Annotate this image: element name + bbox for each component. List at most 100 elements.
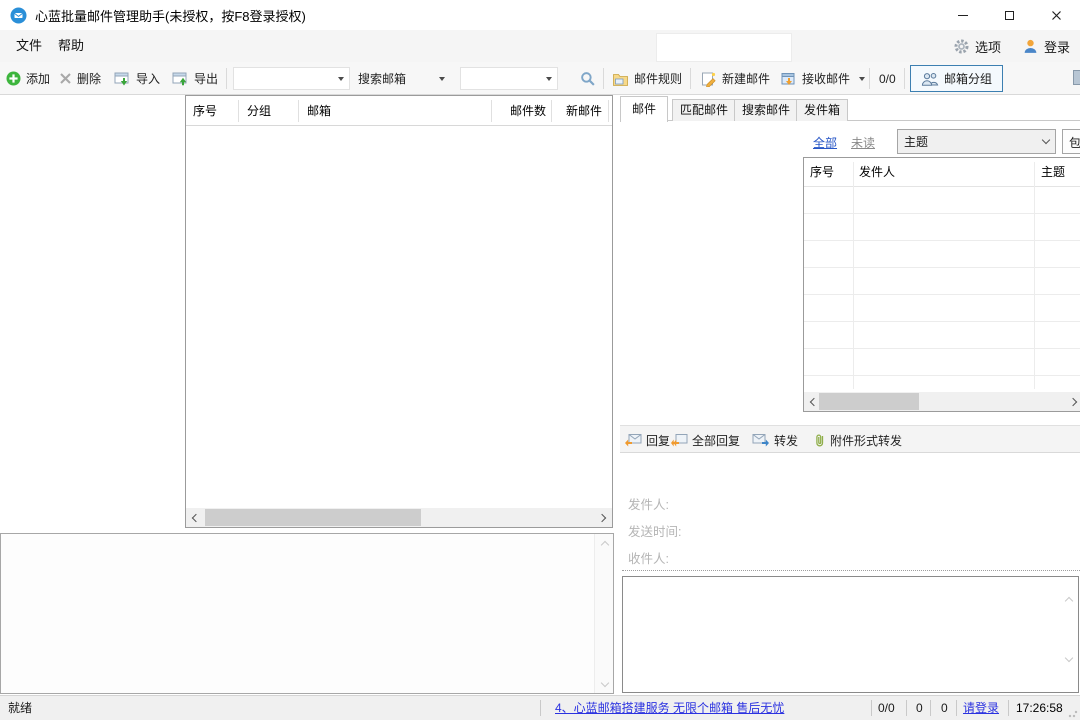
contains-button[interactable]: 包 (1062, 129, 1080, 154)
title-bar: 心蓝批量邮件管理助手(未授权，按F8登录授权) (0, 0, 1080, 30)
scroll-down-button[interactable] (595, 675, 614, 693)
window-controls (939, 0, 1080, 30)
reply-all-button[interactable]: 全部回复 (670, 428, 740, 452)
log-panel-vscrollbar[interactable] (594, 534, 613, 693)
mailbox-table-hscrollbar[interactable] (186, 508, 612, 527)
app-window: 心蓝批量邮件管理助手(未授权，按F8登录授权) 文件 帮助 选项 (0, 0, 1080, 720)
column-separator[interactable] (608, 100, 609, 122)
delete-button[interactable]: 删除 (56, 65, 104, 92)
search-button[interactable] (577, 65, 599, 92)
mailbox-group-button[interactable]: 邮箱分组 (910, 65, 1003, 92)
close-icon (1051, 10, 1062, 21)
menu-file[interactable]: 文件 (6, 30, 52, 62)
add-button[interactable]: 添加 (3, 65, 53, 92)
scroll-left-button[interactable] (186, 508, 204, 527)
minimize-button[interactable] (939, 0, 986, 30)
forward-as-attachment-button[interactable]: 附件形式转发 (814, 428, 902, 452)
column-header-subject[interactable]: 主题 (1041, 158, 1065, 187)
from-label: 发件人: (628, 494, 669, 513)
status-time: 17:26:58 (1016, 696, 1063, 720)
scroll-right-button[interactable] (1065, 392, 1080, 411)
status-login-link[interactable]: 请登录 (963, 696, 999, 720)
scroll-right-button[interactable] (594, 508, 612, 527)
mail-body-textarea[interactable] (622, 576, 1079, 693)
field-selector-combobox[interactable]: 主题 (897, 129, 1056, 154)
column-separator[interactable] (238, 100, 239, 122)
column-separator[interactable] (491, 100, 492, 122)
maximize-icon (1005, 11, 1014, 20)
search-mailbox-dropdown-button[interactable]: 搜索邮箱 (355, 65, 448, 92)
import-button[interactable]: 导入 (111, 65, 163, 92)
folder-icon (612, 71, 629, 87)
new-mail-button[interactable]: 新建邮件 (697, 65, 773, 92)
plus-icon (6, 71, 21, 86)
add-label: 添加 (26, 70, 50, 87)
column-header-mailcount[interactable]: 邮件数 (498, 96, 546, 126)
login-button[interactable]: 登录 (1022, 30, 1070, 62)
column-separator[interactable] (551, 100, 552, 122)
dropdown-arrow-icon (439, 77, 445, 81)
login-label: 登录 (1044, 37, 1070, 56)
column-header-sender[interactable]: 发件人 (859, 158, 895, 187)
column-header-newmail[interactable]: 新邮件 (558, 96, 602, 126)
mail-table-hscrollbar[interactable] (804, 392, 1080, 411)
menu-help[interactable]: 帮助 (48, 30, 94, 62)
column-header-index[interactable]: 序号 (810, 158, 834, 187)
receive-mail-icon (780, 71, 797, 87)
reply-all-label: 全部回复 (692, 432, 740, 449)
close-button[interactable] (1033, 0, 1080, 30)
clipped-toolbar-icon[interactable] (1073, 70, 1080, 85)
filter-unread-link[interactable]: 未读 (851, 134, 875, 151)
chevron-up-icon (600, 540, 608, 548)
chevron-left-icon (810, 397, 818, 405)
scrollbar-thumb[interactable] (205, 509, 421, 526)
scroll-down-button[interactable] (1066, 655, 1072, 664)
maximize-button[interactable] (986, 0, 1033, 30)
mail-tabstrip: 邮件 匹配邮件 搜索邮件 发件箱 (620, 96, 1080, 121)
chevron-down-icon (1065, 654, 1073, 662)
reply-toolbar: 回复 全部回复 转发 附件形式转发 (620, 425, 1080, 453)
receive-mail-button[interactable]: 接收邮件 (777, 65, 868, 92)
group-filter-combobox[interactable] (233, 67, 350, 90)
import-label: 导入 (136, 70, 160, 87)
tab-mail[interactable]: 邮件 (620, 96, 668, 122)
toolbar-counter: 0/0 (876, 65, 899, 92)
search-text-combobox[interactable] (460, 67, 558, 90)
scroll-up-button[interactable] (595, 534, 614, 552)
new-mail-label: 新建邮件 (722, 70, 770, 87)
field-selector-value: 主题 (904, 133, 928, 150)
blank-input-box[interactable] (656, 33, 792, 62)
log-panel (0, 533, 614, 694)
tab-search-mail[interactable]: 搜索邮件 (734, 99, 798, 121)
tab-outbox[interactable]: 发件箱 (796, 99, 848, 121)
scrollbar-thumb[interactable] (819, 393, 919, 410)
forward-button[interactable]: 转发 (752, 428, 798, 452)
tab-matched-mail[interactable]: 匹配邮件 (672, 99, 736, 121)
status-separator (1008, 700, 1009, 716)
status-ready: 就绪 (8, 696, 32, 720)
status-counter: 0/0 (878, 696, 895, 720)
column-header-mailbox[interactable]: 邮箱 (307, 96, 331, 126)
forward-icon (752, 433, 770, 448)
mail-rules-button[interactable]: 邮件规则 (609, 65, 685, 92)
filter-all-link[interactable]: 全部 (813, 134, 837, 151)
scroll-up-button[interactable] (1066, 595, 1072, 604)
paperclip-icon (814, 432, 826, 448)
column-separator[interactable] (298, 100, 299, 122)
status-bar: 就绪 4、心蓝邮箱搭建服务 无限个邮箱 售后无忧 0/0 0 0 请登录 17:… (0, 695, 1080, 720)
export-button[interactable]: 导出 (169, 65, 221, 92)
resize-grip[interactable] (1068, 708, 1078, 718)
chevron-down-icon (1042, 136, 1050, 144)
search-icon (580, 71, 596, 87)
reply-button[interactable]: 回复 (624, 428, 670, 452)
mail-rules-label: 邮件规则 (634, 70, 682, 87)
toolbar-separator (226, 68, 227, 89)
column-header-group[interactable]: 分组 (247, 96, 271, 126)
column-header-index[interactable]: 序号 (193, 96, 217, 126)
export-icon (172, 71, 189, 87)
promo-link[interactable]: 4、心蓝邮箱搭建服务 无限个邮箱 售后无忧 (555, 696, 784, 720)
main-toolbar: 添加 删除 导入 导出 搜索邮箱 (0, 62, 1080, 95)
dotted-divider (622, 570, 1080, 571)
options-button[interactable]: 选项 (953, 30, 1001, 62)
export-label: 导出 (194, 70, 218, 87)
